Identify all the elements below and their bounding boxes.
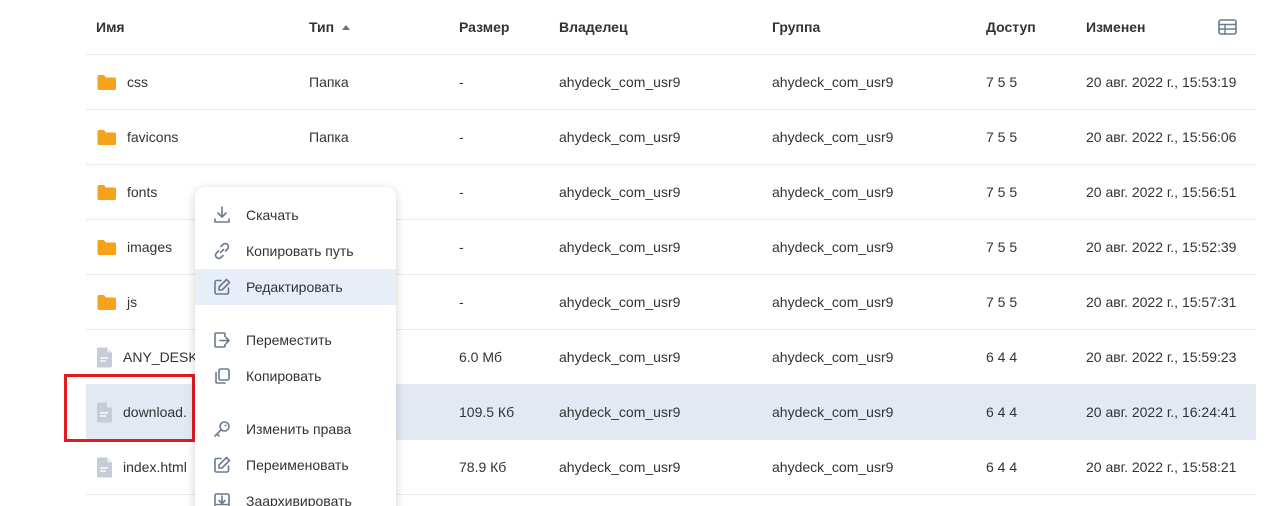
file-owner: ahydeck_com_usr9: [559, 294, 681, 310]
menu-item-label: Редактировать: [246, 279, 343, 295]
menu-item-label: Переименовать: [246, 457, 349, 473]
folder-icon: [97, 74, 116, 90]
copy-icon: [215, 368, 230, 384]
file-size: -: [459, 74, 464, 90]
folder-icon: [97, 184, 116, 200]
file-owner: ahydeck_com_usr9: [559, 74, 681, 90]
column-header-access[interactable]: Доступ: [986, 0, 1076, 54]
menu-item-label: Изменить права: [246, 421, 352, 437]
file-type: Папка: [309, 74, 349, 90]
file-size: -: [459, 184, 464, 200]
menu-item-label: Копировать: [246, 368, 322, 384]
menu-separator: [195, 394, 396, 411]
file-modified: 20 авг. 2022 г., 15:52:39: [1086, 239, 1237, 255]
file-name: images: [127, 239, 173, 255]
file-access: 6 4 4: [986, 349, 1018, 365]
menu-item-copy[interactable]: Копировать: [195, 358, 396, 394]
menu-item-copy-path[interactable]: Копировать путь: [195, 233, 396, 269]
file-size: -: [459, 129, 464, 145]
file-access: 7 5 5: [986, 294, 1018, 310]
menu-item-permissions[interactable]: Изменить права: [195, 411, 396, 447]
file-owner: ahydeck_com_usr9: [559, 404, 681, 420]
column-header-type[interactable]: Тип: [309, 0, 449, 54]
file-group: ahydeck_com_usr9: [772, 129, 894, 145]
context-menu: Скачать Копировать путь Редактировать Пе…: [195, 187, 396, 506]
file-owner: ahydeck_com_usr9: [559, 349, 681, 365]
archive-icon: [214, 493, 230, 506]
file-modified: 20 авг. 2022 г., 15:56:06: [1086, 129, 1237, 145]
file-modified: 20 авг. 2022 г., 15:53:19: [1086, 74, 1237, 90]
menu-item-download[interactable]: Скачать: [195, 197, 396, 233]
column-header-group[interactable]: Группа: [772, 0, 972, 54]
file-name: js: [127, 294, 138, 310]
file-access: 6 4 4: [986, 459, 1018, 475]
file-modified: 20 авг. 2022 г., 15:58:21: [1086, 459, 1237, 475]
file-name: index.html: [123, 459, 187, 475]
file-group: ahydeck_com_usr9: [772, 239, 894, 255]
folder-icon: [97, 294, 116, 310]
file-modified: 20 авг. 2022 г., 15:57:31: [1086, 294, 1237, 310]
key-icon: [214, 421, 230, 437]
link-icon: [214, 242, 230, 260]
menu-item-rename[interactable]: Переименовать: [195, 447, 396, 483]
menu-item-edit[interactable]: Редактировать: [195, 269, 396, 305]
file-size: 6.0 Мб: [459, 349, 503, 365]
sort-ascending-icon: [342, 24, 351, 30]
file-group: ahydeck_com_usr9: [772, 349, 894, 365]
file-icon: [97, 347, 112, 367]
table-columns-icon: [1218, 19, 1237, 35]
file-owner: ahydeck_com_usr9: [559, 184, 681, 200]
file-name: fonts: [127, 184, 158, 200]
menu-item-label: Переместить: [246, 332, 332, 348]
file-name: ANY_DESK: [123, 349, 198, 365]
menu-item-archive[interactable]: Заархивировать: [195, 483, 396, 506]
column-header-owner[interactable]: Владелец: [559, 0, 759, 54]
move-icon: [214, 332, 230, 348]
menu-item-label: Копировать путь: [246, 243, 354, 259]
rename-icon: [214, 456, 231, 473]
file-name: favicons: [127, 129, 179, 145]
file-owner: ahydeck_com_usr9: [559, 459, 681, 475]
file-access: 7 5 5: [986, 129, 1018, 145]
column-header-size[interactable]: Размер: [459, 0, 554, 54]
file-icon: [97, 457, 112, 477]
folder-icon: [97, 129, 116, 145]
file-modified: 20 авг. 2022 г., 16:24:41: [1086, 404, 1237, 420]
file-owner: ahydeck_com_usr9: [559, 239, 681, 255]
folder-icon: [97, 239, 116, 255]
file-type: Папка: [309, 129, 349, 145]
file-group: ahydeck_com_usr9: [772, 184, 894, 200]
file-modified: 20 авг. 2022 г., 15:59:23: [1086, 349, 1237, 365]
file-owner: ahydeck_com_usr9: [559, 129, 681, 145]
menu-separator: [195, 305, 396, 322]
table-header: Имя Тип Размер Владелец Группа Доступ Из…: [86, 0, 1256, 55]
file-modified: 20 авг. 2022 г., 15:56:51: [1086, 184, 1237, 200]
table-row[interactable]: css Папка - ahydeck_com_usr9 ahydeck_com_usr…: [86, 55, 1256, 110]
file-size: -: [459, 294, 464, 310]
file-group: ahydeck_com_usr9: [772, 74, 894, 90]
menu-item-move[interactable]: Переместить: [195, 322, 396, 358]
file-name-cell[interactable]: css: [96, 55, 296, 109]
file-access: 6 4 4: [986, 404, 1018, 420]
file-access: 7 5 5: [986, 74, 1018, 90]
download-icon: [214, 206, 230, 223]
file-group: ahydeck_com_usr9: [772, 294, 894, 310]
column-settings-icon[interactable]: [1218, 0, 1240, 54]
file-name-cell[interactable]: favicons: [96, 110, 296, 164]
file-size: 78.9 Кб: [459, 459, 507, 475]
file-name: css: [127, 74, 148, 90]
file-group: ahydeck_com_usr9: [772, 404, 894, 420]
column-header-name[interactable]: Имя: [96, 0, 296, 54]
menu-item-label: Скачать: [246, 207, 299, 223]
selected-file-highlight: [64, 374, 195, 442]
file-size: -: [459, 239, 464, 255]
table-row[interactable]: favicons Папка - ahydeck_com_usr9 ahydeck_co…: [86, 110, 1256, 165]
file-group: ahydeck_com_usr9: [772, 459, 894, 475]
file-size: 109.5 Кб: [459, 404, 515, 420]
file-access: 7 5 5: [986, 184, 1018, 200]
edit-icon: [214, 278, 231, 295]
menu-item-label: Заархивировать: [246, 493, 352, 506]
file-access: 7 5 5: [986, 239, 1018, 255]
